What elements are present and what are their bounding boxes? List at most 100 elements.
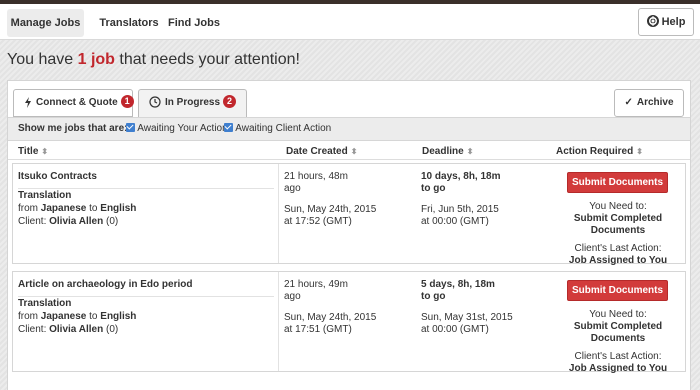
- col-header-label: Action Required: [556, 146, 634, 157]
- job-title-link[interactable]: Article on archaeology in Edo period: [18, 279, 274, 297]
- tab-connect-quote-label: Connect & Quote: [36, 97, 118, 108]
- need-label: You Need to:: [589, 309, 647, 320]
- checkmark-icon: ✓: [624, 97, 633, 108]
- job-from-lang: Japanese: [40, 311, 87, 322]
- tab-in-progress-badge: 2: [223, 95, 237, 108]
- sort-icon: ⬍: [41, 147, 49, 156]
- help-label: Help: [661, 16, 686, 28]
- job-created-cell: 21 hours, 48m ago Sun, May 24th, 2015 at 1…: [279, 164, 416, 263]
- clock-icon: [149, 93, 161, 119]
- last-action-label: Client's Last Action:: [574, 351, 662, 362]
- deadline-rel-line1: 10 days, 8h, 18m: [421, 171, 501, 182]
- job-client-count: (0): [103, 216, 119, 227]
- need-line1: Submit Completed: [573, 321, 663, 332]
- job-type: Translation: [18, 190, 72, 201]
- nav-manage-jobs[interactable]: Manage Jobs: [7, 9, 84, 37]
- job-deadline-relative: 5 days, 8h, 18m to go: [421, 279, 546, 303]
- need-line2: Documents: [590, 225, 646, 236]
- submit-documents-button[interactable]: Submit Documents: [567, 172, 668, 193]
- job-from-prefix: from: [18, 203, 41, 214]
- deadline-time: at 00:00 (GMT): [421, 324, 489, 335]
- headline-highlight: 1 job: [77, 51, 115, 68]
- job-client-count: (0): [103, 324, 119, 335]
- filter-label: Show me jobs that are:: [18, 123, 128, 134]
- help-button[interactable]: Help: [638, 8, 694, 36]
- job-deadline-cell: 10 days, 8h, 18m to go Fri, Jun 5th, 2015…: [416, 164, 549, 263]
- job-created-absolute: Sun, May 24th, 2015 at 17:51 (GMT): [284, 312, 409, 336]
- filter-awaiting-your-action[interactable]: Awaiting Your Action: [126, 118, 228, 140]
- col-header-label: Title: [18, 146, 39, 157]
- headline-prefix: You have: [7, 51, 78, 68]
- checkbox-icon[interactable]: [224, 123, 233, 132]
- archive-label: Archive: [636, 97, 674, 108]
- deadline-rel-line2: to go: [421, 291, 446, 302]
- job-title-cell: Itsuko Contracts Translation from Japane…: [13, 164, 279, 263]
- col-header-label: Deadline: [422, 146, 464, 157]
- created-date: Sun, May 24th, 2015: [284, 204, 377, 215]
- job-deadline-absolute: Fri, Jun 5th, 2015 at 00:00 (GMT): [421, 204, 546, 228]
- filter-bar: Show me jobs that are: Awaiting Your Act…: [8, 117, 690, 141]
- job-to-lang: English: [100, 203, 137, 214]
- job-to-word: to: [86, 311, 101, 322]
- tab-in-progress[interactable]: In Progress 2: [138, 89, 247, 117]
- created-rel-line1: 21 hours, 48m: [284, 171, 348, 182]
- job-deadline-relative: 10 days, 8h, 18m to go: [421, 171, 546, 195]
- col-header-label: Date Created: [286, 146, 348, 157]
- deadline-date: Sun, May 31st, 2015: [421, 312, 513, 323]
- job-title-link[interactable]: Itsuko Contracts: [18, 171, 274, 189]
- nav-translators[interactable]: Translators: [94, 9, 164, 37]
- checkbox-icon[interactable]: [126, 123, 135, 132]
- tab-in-progress-label: In Progress: [165, 97, 221, 108]
- client-last-action: Client's Last Action: Job Assigned to You: [549, 243, 687, 267]
- filter-option-label: Awaiting Client Action: [235, 123, 332, 134]
- job-info: Translation from Japanese to English Cli…: [18, 297, 136, 336]
- you-need-to: You Need to: Submit Completed Documents: [549, 201, 687, 237]
- deadline-time: at 00:00 (GMT): [421, 216, 489, 227]
- archive-button[interactable]: ✓ Archive: [614, 89, 684, 117]
- job-title-cell: Article on archaeology in Edo period Tra…: [13, 272, 279, 371]
- job-client-name[interactable]: Olivia Allen: [49, 216, 103, 227]
- deadline-rel-line2: to go: [421, 183, 446, 194]
- job-created-relative: 21 hours, 48m ago: [284, 171, 409, 195]
- sort-icon: ⬍: [466, 147, 474, 156]
- headline-suffix: that needs your attention!: [114, 51, 300, 68]
- created-rel-line1: 21 hours, 49m: [284, 279, 348, 290]
- col-header-deadline[interactable]: Deadline ⬍: [422, 146, 473, 157]
- tab-connect-quote-badge: 1: [120, 95, 134, 108]
- last-action-value: Job Assigned to You: [568, 363, 668, 374]
- created-rel-line2: ago: [284, 291, 301, 302]
- top-navbar: Manage Jobs Translators Find Jobs Help: [0, 4, 700, 40]
- nav-find-jobs[interactable]: Find Jobs: [166, 9, 222, 37]
- submit-documents-button[interactable]: Submit Documents: [567, 280, 668, 301]
- job-client-name[interactable]: Olivia Allen: [49, 324, 103, 335]
- job-client-prefix: Client:: [18, 216, 50, 227]
- col-header-action-required[interactable]: Action Required ⬍: [556, 146, 643, 157]
- client-last-action: Client's Last Action: Job Assigned to You: [549, 351, 687, 375]
- last-action-label: Client's Last Action:: [574, 243, 662, 254]
- tab-connect-quote[interactable]: Connect & Quote 1: [13, 89, 134, 117]
- job-deadline-cell: 5 days, 8h, 18m to go Sun, May 31st, 2015…: [416, 272, 549, 371]
- job-type: Translation: [18, 298, 72, 309]
- sort-icon: ⬍: [636, 147, 643, 156]
- need-label: You Need to:: [589, 201, 647, 212]
- jobs-panel: Connect & Quote 1 In Progress 2 ✓ Archive S…: [7, 80, 691, 390]
- col-header-title[interactable]: Title ⬍: [18, 146, 48, 157]
- job-client-prefix: Client:: [18, 324, 50, 335]
- header-divider: [8, 159, 690, 160]
- lifebuoy-icon: [646, 11, 659, 27]
- job-info: Translation from Japanese to English Cli…: [18, 189, 136, 228]
- filter-option-label: Awaiting Your Action: [137, 123, 228, 134]
- need-line1: Submit Completed: [573, 213, 663, 224]
- page-headline: You have 1 job that needs your attention…: [7, 51, 300, 69]
- deadline-rel-line1: 5 days, 8h, 18m: [421, 279, 495, 290]
- created-time: at 17:51 (GMT): [284, 324, 352, 335]
- created-rel-line2: ago: [284, 183, 301, 194]
- job-created-relative: 21 hours, 49m ago: [284, 279, 409, 303]
- col-header-date-created[interactable]: Date Created ⬍: [286, 146, 357, 157]
- job-deadline-absolute: Sun, May 31st, 2015 at 00:00 (GMT): [421, 312, 546, 336]
- job-created-cell: 21 hours, 49m ago Sun, May 24th, 2015 at 1…: [279, 272, 416, 371]
- job-from-lang: Japanese: [40, 203, 87, 214]
- filter-awaiting-client-action[interactable]: Awaiting Client Action: [224, 118, 331, 140]
- need-line2: Documents: [590, 333, 646, 344]
- job-to-word: to: [86, 203, 101, 214]
